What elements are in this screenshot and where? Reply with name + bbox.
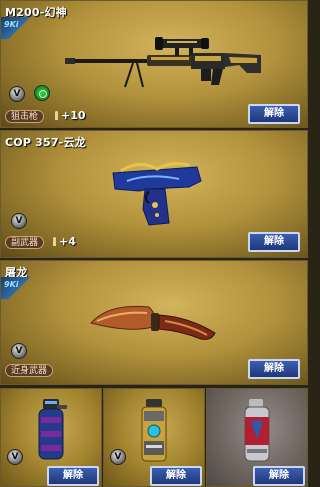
unequip-button[interactable]: 解除 — [248, 104, 300, 124]
weapon-card-sniper: M200-幻神 9Ki V 狙击枪 +10 解除 — [0, 0, 308, 128]
weapon-card-melee: 屠龙 9Ki V 近身武器 解除 — [0, 260, 308, 385]
ammo-bonus-text: +10 — [61, 109, 86, 122]
ammo-bonus-text: +4 — [59, 235, 76, 248]
quality-badge-text: 9Ki — [4, 280, 19, 289]
quality-badge-icon: 9Ki — [1, 277, 37, 299]
weapon-card-pistol: COP 357-云龙 V 副武器 +4 解除 — [0, 130, 308, 258]
quality-badge-text: 9Ki — [4, 20, 19, 29]
unequip-button[interactable]: 解除 — [248, 232, 300, 252]
weapon-type-tag: 近身武器 — [5, 364, 54, 377]
weapon-type-tag: 狙击枪 — [5, 110, 45, 123]
ammo-bonus: +4 — [53, 235, 76, 248]
green-skill-icon — [34, 85, 50, 101]
vip-badge-icon: V — [11, 213, 27, 229]
vip-badge-icon: V — [9, 86, 25, 102]
unequip-button[interactable]: 解除 — [150, 466, 202, 486]
weapon-type-tag: 副武器 — [5, 236, 45, 249]
vip-badge-icon: V — [7, 449, 23, 465]
smoke-grenade-icon — [244, 399, 270, 462]
vip-badge-icon: V — [110, 449, 126, 465]
bullet-icon — [53, 237, 56, 246]
unequip-button[interactable]: 解除 — [248, 359, 300, 379]
ammo-bonus: +10 — [55, 109, 86, 122]
slot-flashbang: V 解除 — [103, 388, 205, 487]
slot-smoke-grenade: 解除 — [206, 388, 308, 487]
flashbang-icon — [141, 399, 167, 462]
quality-badge-icon: 9Ki — [1, 17, 37, 39]
pistol-icon — [112, 162, 202, 226]
grenade-icon — [38, 399, 67, 460]
bullet-icon — [55, 111, 58, 120]
sniper-rifle-icon — [65, 37, 261, 88]
vip-badge-icon: V — [11, 343, 27, 359]
melee-knife-icon — [90, 305, 216, 340]
unequip-button[interactable]: 解除 — [253, 466, 305, 486]
weapon-name: COP 357-云龙 — [5, 136, 86, 149]
unequip-button[interactable]: 解除 — [47, 466, 99, 486]
slot-grenade: V 解除 — [0, 388, 102, 487]
